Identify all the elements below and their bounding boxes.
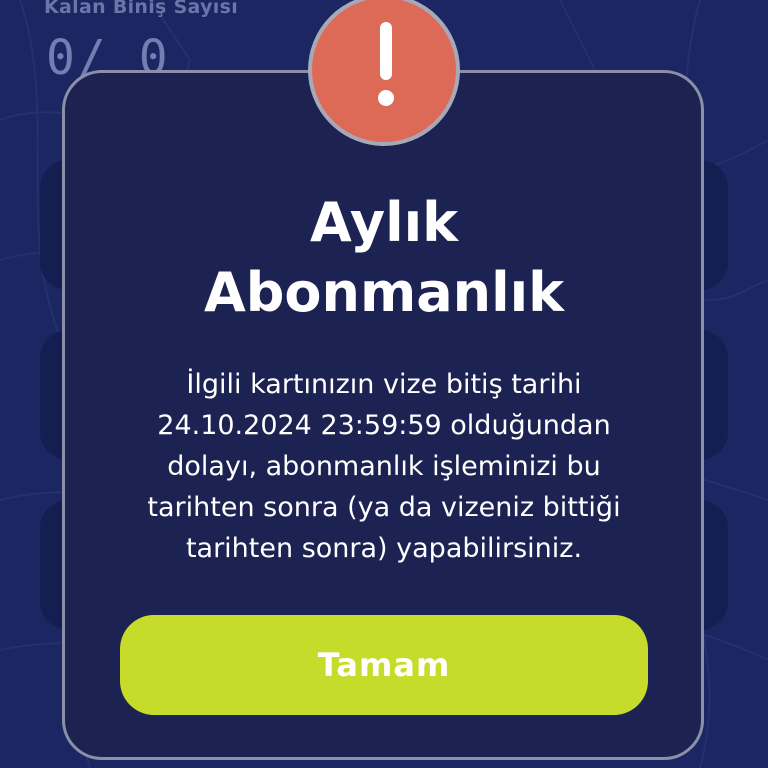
dialog-title-line2: Abonmanlık xyxy=(203,261,565,324)
confirm-button[interactable]: Tamam xyxy=(120,615,648,715)
dialog-title-line1: Aylık xyxy=(310,191,458,254)
exclamation-icon xyxy=(308,0,460,146)
dialog-title: Aylık Abonmanlık xyxy=(0,188,768,328)
dialog-message: İlgili kartınızın vize bitiş tarihi 24.1… xyxy=(147,369,621,564)
